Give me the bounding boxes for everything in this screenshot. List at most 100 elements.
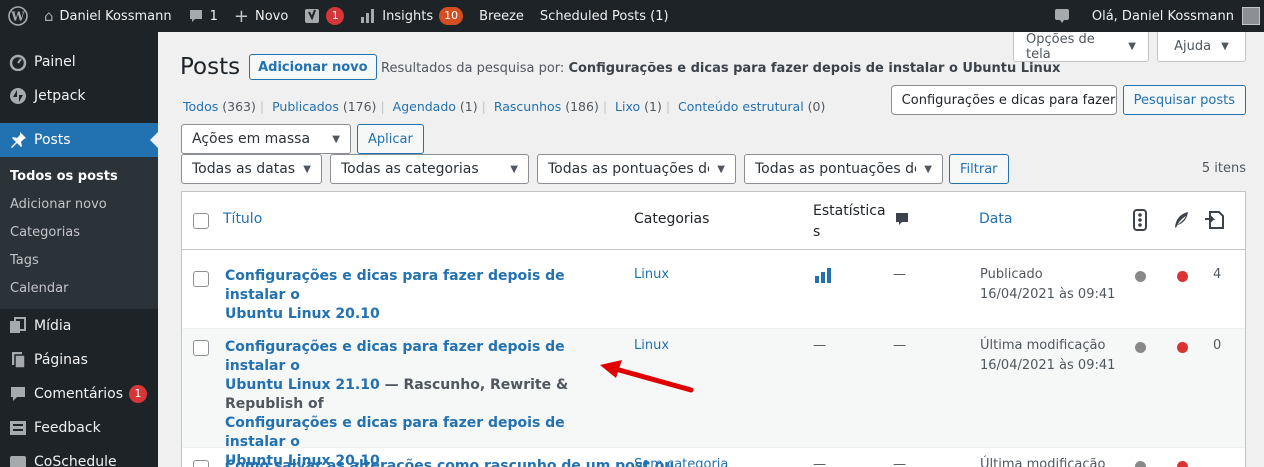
row-checkbox[interactable] (193, 340, 209, 356)
site-name: Daniel Kossmann (59, 8, 172, 24)
view-all[interactable]: Todos (183, 99, 218, 114)
date-filter-select[interactable]: Todas as datas ▼ (181, 154, 322, 184)
new-content-link[interactable]: + Novo (226, 0, 296, 32)
admin-bar: W ⌂ Daniel Kossmann 1 + Novo 1 Insights … (0, 0, 1264, 32)
date-status: Última modificação (980, 338, 1106, 353)
select-all-checkbox[interactable] (193, 213, 209, 229)
scheduled-posts-link[interactable]: Scheduled Posts (1) (532, 0, 677, 32)
row-checkbox[interactable] (193, 271, 209, 287)
search-results-subtitle: Resultados da pesquisa por: Configuraçõe… (381, 61, 1060, 76)
post-title-line: Ubuntu Linux 20.10 (225, 306, 380, 322)
sidebar-item-comments[interactable]: Comentários 1 (0, 377, 158, 411)
sidebar-item-label: Comentários (34, 386, 124, 402)
yoast-link[interactable]: 1 (296, 0, 352, 32)
breeze-link[interactable]: Breeze (471, 0, 532, 32)
sidebar-item-painel[interactable]: Painel (0, 45, 158, 79)
view-count: (1) (644, 99, 662, 114)
sidebar-item-jetpack[interactable]: Jetpack (0, 79, 158, 113)
chevron-down-icon: ▼ (510, 163, 518, 175)
column-categories-header: Categorias (634, 211, 710, 227)
category-link[interactable]: Linux (634, 267, 669, 282)
view-count: (0) (807, 99, 826, 114)
date-status: Última modificação (980, 457, 1106, 467)
breeze-label: Breeze (479, 8, 524, 24)
seo-score-dot (1135, 342, 1146, 353)
sidebar-item-coschedule[interactable]: CoSchedule (0, 445, 158, 467)
comments-value: — (893, 338, 906, 353)
apply-button[interactable]: Aplicar (357, 124, 424, 154)
post-title-link[interactable]: Configurações e dicas para fazer depois … (225, 267, 605, 324)
my-account-link[interactable]: Olá, Daniel Kossmann (1084, 0, 1264, 32)
sidebar-item-media[interactable]: Mídia (0, 309, 158, 343)
seo-score-filter-select[interactable]: Todas as pontuações de S ▼ (537, 154, 736, 184)
table-row: Configurações e dicas para fazer depois … (182, 329, 1245, 467)
submenu-categories[interactable]: Categorias (0, 219, 158, 247)
readability-column-icon[interactable] (1172, 211, 1190, 233)
date-status: Publicado (980, 267, 1043, 282)
readability-score-dot (1177, 271, 1188, 282)
filter-button[interactable]: Filtrar (949, 154, 1009, 184)
category-link[interactable]: Sem categoria (634, 457, 728, 467)
view-drafts[interactable]: Rascunhos (494, 99, 561, 114)
bar-chart-icon (360, 8, 376, 24)
stats-bar-icon[interactable] (814, 267, 832, 287)
comments-link[interactable]: 1 (180, 0, 226, 32)
dashboard-icon (8, 52, 28, 72)
sidebar-item-feedback[interactable]: Feedback (0, 411, 158, 445)
view-count: (1) (459, 99, 478, 114)
category-link[interactable]: Linux (634, 338, 669, 353)
comment-column-icon[interactable] (894, 211, 910, 231)
avatar (1242, 7, 1260, 25)
submenu-add-new[interactable]: Adicionar novo (0, 191, 158, 219)
view-scheduled[interactable]: Agendado (393, 99, 456, 114)
notifications-link[interactable] (1046, 0, 1084, 32)
bulk-actions-select[interactable]: Ações em massa ▼ (181, 124, 351, 154)
help-button[interactable]: Ajuda ▼ (1157, 32, 1246, 62)
view-count: (363) (222, 99, 256, 114)
wordpress-logo[interactable]: W (0, 0, 36, 32)
search-query: Configurações e dicas para fazer depois … (568, 61, 1061, 76)
separator: | (481, 99, 486, 114)
post-date: Última modificação 16/04/2021 às 09:41 (980, 336, 1115, 376)
search-input[interactable]: Configurações e dicas para fazer (890, 85, 1117, 115)
svg-text:W: W (10, 10, 25, 24)
scheduled-label: Scheduled Posts (1) (539, 8, 669, 24)
insights-link[interactable]: Insights 10 (352, 0, 471, 32)
separator: | (380, 99, 385, 114)
new-label: Novo (254, 8, 289, 24)
view-published[interactable]: Publicados (272, 99, 339, 114)
seo-score-column-icon[interactable] (1133, 209, 1147, 235)
screen-options-button[interactable]: Opções de tela ▼ (1013, 32, 1149, 62)
submenu-calendar[interactable]: Calendar (0, 275, 158, 303)
wordpress-icon: W (8, 6, 28, 26)
sidebar-item-label: Feedback (34, 420, 101, 436)
add-new-post-button[interactable]: Adicionar novo (249, 54, 377, 80)
post-title-line: Configurações e dicas para fazer depois … (225, 339, 565, 374)
sidebar-item-posts[interactable]: Posts (0, 123, 158, 157)
search-posts-button[interactable]: Pesquisar posts (1122, 85, 1246, 115)
plus-icon: + (233, 5, 249, 27)
post-title-line: Configurações e dicas para fazer depois … (225, 415, 565, 450)
column-title-header[interactable]: Título (223, 211, 262, 227)
readability-filter-select[interactable]: Todas as pontuações de le ▼ (744, 154, 943, 184)
post-title-link[interactable]: Como salvar as alterações como rascunho … (225, 457, 674, 467)
sidebar-item-label: Posts (34, 132, 71, 148)
links-column-icon[interactable] (1203, 209, 1225, 235)
media-icon (8, 316, 28, 336)
post-date: Publicado 16/04/2021 às 09:41 (980, 265, 1115, 305)
submenu-all-posts[interactable]: Todos os posts (0, 163, 158, 191)
sidebar-item-pages[interactable]: Páginas (0, 343, 158, 377)
row-checkbox[interactable] (193, 460, 209, 467)
site-name-link[interactable]: ⌂ Daniel Kossmann (36, 0, 180, 32)
comments-count: 1 (209, 8, 218, 24)
jetpack-icon (8, 86, 28, 106)
links-count: 0 (1213, 338, 1222, 353)
column-date-header[interactable]: Data (979, 211, 1012, 227)
submenu-tags[interactable]: Tags (0, 247, 158, 275)
comments-icon (8, 384, 28, 404)
comments-value: — (893, 267, 906, 282)
view-trash[interactable]: Lixo (615, 99, 640, 114)
search-box: Configurações e dicas para fazer Pesquis… (890, 85, 1246, 115)
category-filter-select[interactable]: Todas as categorias ▼ (330, 154, 529, 184)
view-cornerstone[interactable]: Conteúdo estrutural (678, 99, 804, 114)
